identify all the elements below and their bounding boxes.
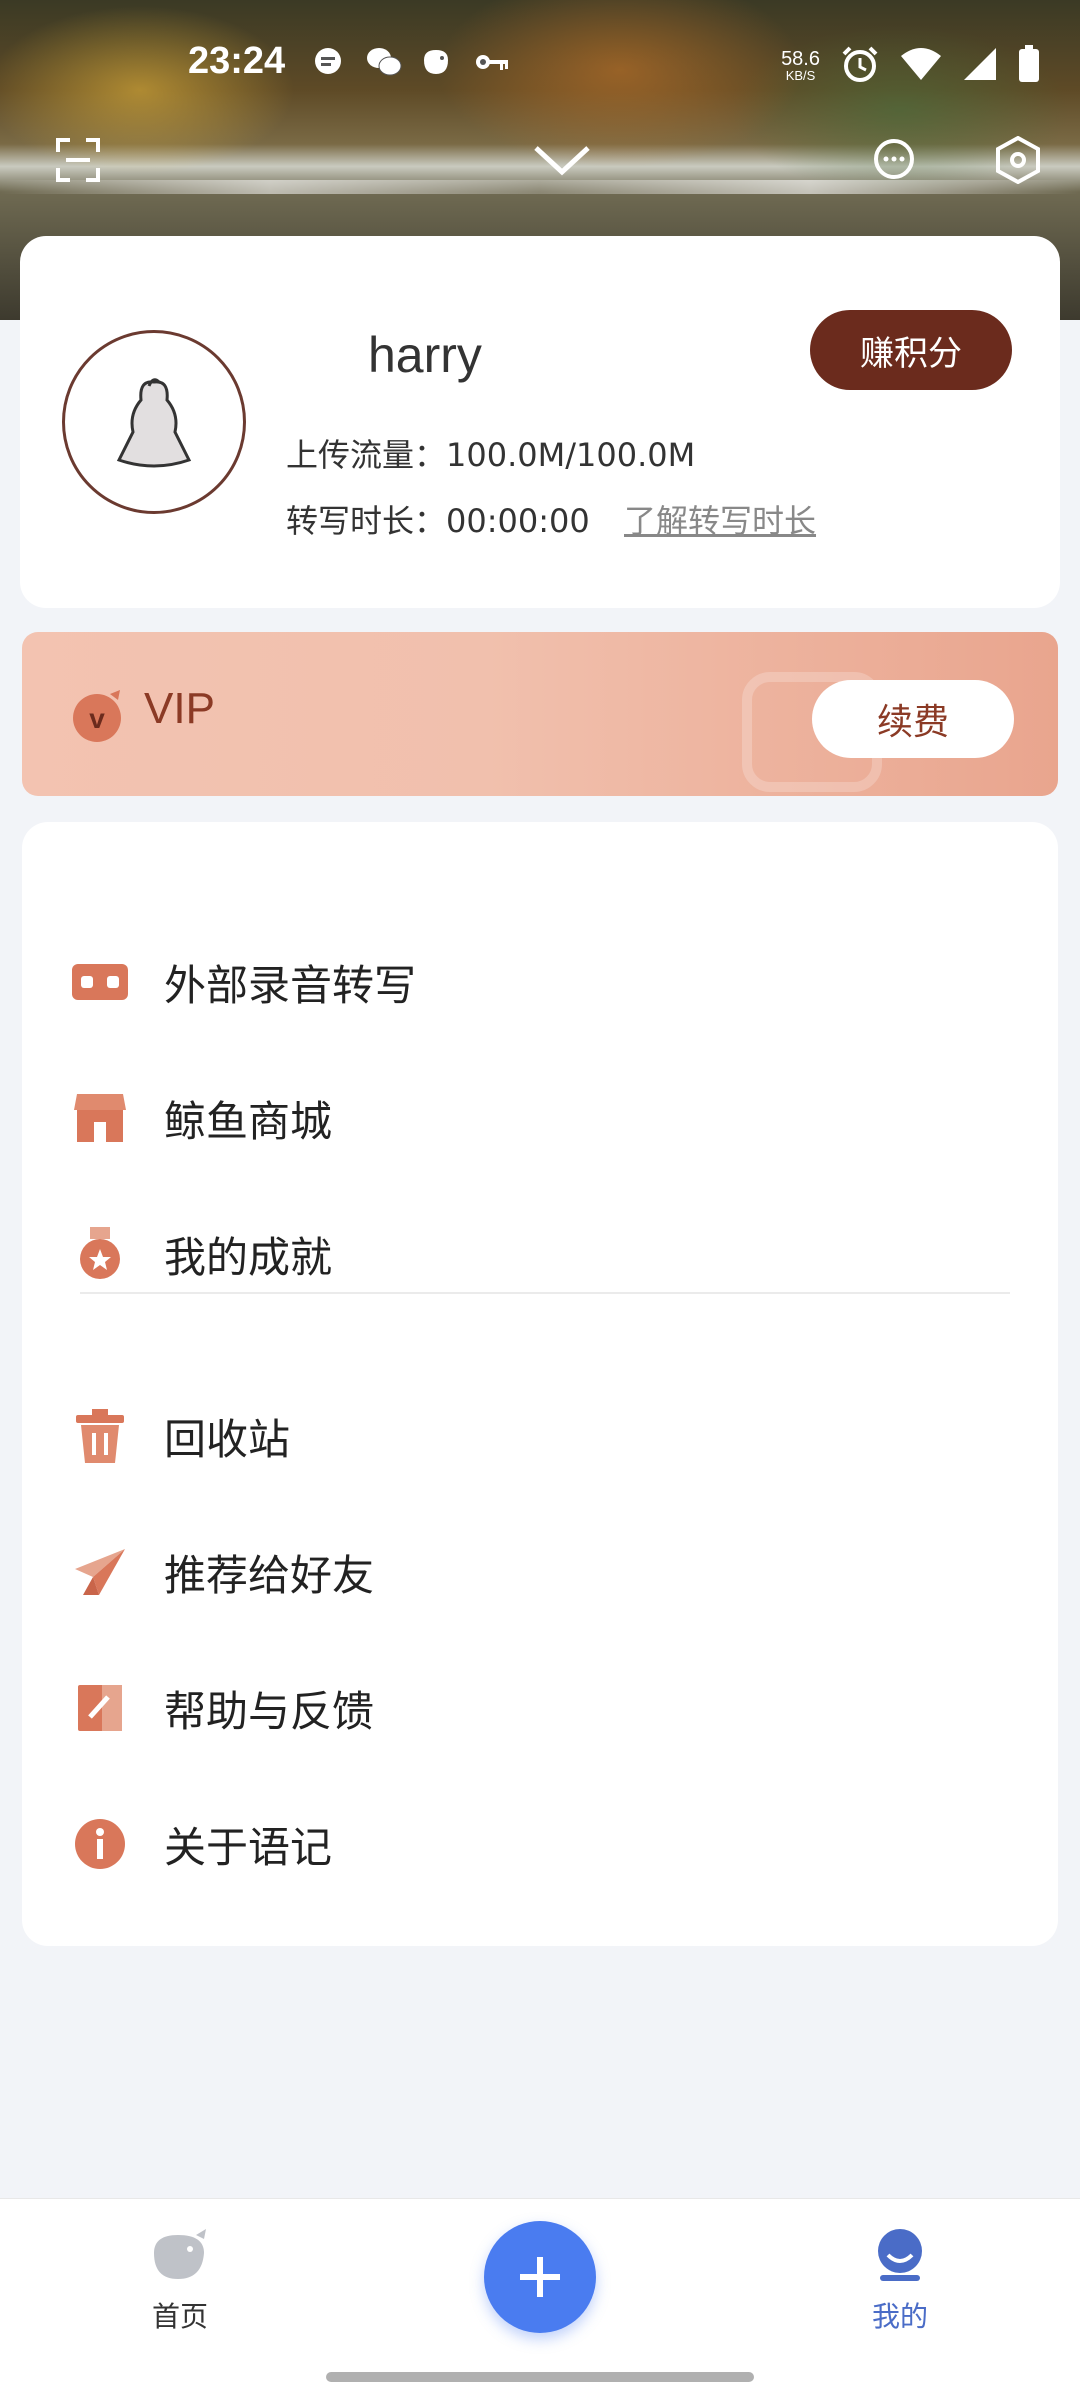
svg-text:v: v (89, 703, 105, 734)
net-speed-unit: KB/S (785, 68, 816, 83)
transcription-value: 00:00:00 (446, 502, 590, 540)
bottom-nav: 首页 我的 (0, 2198, 1080, 2400)
key-icon (474, 46, 508, 78)
add-button[interactable] (484, 2221, 596, 2333)
edit-icon (70, 1678, 130, 1738)
settings-icon[interactable] (988, 130, 1048, 190)
top-action-bar (0, 130, 1080, 190)
profile-card: harry 赚积分 上传流量：100.0M/100.0M 转写时长：00:00:… (20, 236, 1060, 608)
chevron-down-icon[interactable] (532, 130, 592, 190)
menu-item-achievements[interactable]: 我的成就 (22, 1204, 1058, 1304)
status-bar: 23:24 58.6 KB/S (0, 0, 1080, 100)
default-avatar-icon (116, 378, 192, 468)
wechat-icon (366, 46, 402, 78)
alarm-icon (840, 44, 880, 88)
recorder-icon (70, 952, 130, 1012)
home-indicator[interactable] (326, 2372, 754, 2382)
message-icon (312, 46, 344, 78)
vip-badge-icon: v (68, 686, 126, 748)
status-right: 58.6 KB/S (781, 44, 1040, 88)
nav-home-label: 首页 (151, 2300, 208, 2333)
upload-traffic-value: 100.0M/100.0M (446, 436, 696, 474)
renew-button[interactable]: 续费 (812, 680, 1014, 758)
battery-icon (1018, 45, 1040, 87)
nav-mine[interactable]: 我的 (820, 2227, 980, 2335)
menu-item-about[interactable]: 关于语记 (22, 1794, 1058, 1894)
signal-icon (962, 46, 998, 86)
menu-item-label: 我的成就 (164, 1232, 333, 1282)
scan-icon[interactable] (48, 130, 108, 190)
user-icon (878, 2229, 922, 2281)
paper-plane-icon (70, 1542, 130, 1602)
menu-card: 外部录音转写 鲸鱼商城 我的成就 回收站 推荐给好友 帮助与反馈 关于语记 (22, 822, 1058, 1946)
nav-mine-label: 我的 (871, 2300, 928, 2333)
status-time: 23:24 (188, 40, 286, 82)
plus-icon (520, 2257, 560, 2297)
vip-label: VIP (144, 684, 215, 733)
transcription-duration: 转写时长：00:00:00 (286, 496, 590, 542)
store-icon (70, 1088, 130, 1148)
vip-banner[interactable]: v VIP 续费 (22, 632, 1058, 796)
whale-home-icon (154, 2229, 206, 2279)
chat-icon[interactable] (864, 130, 924, 190)
whale-icon (420, 46, 452, 78)
menu-item-label: 外部录音转写 (164, 960, 417, 1010)
menu-item-help-feedback[interactable]: 帮助与反馈 (22, 1658, 1058, 1758)
menu-item-whale-store[interactable]: 鲸鱼商城 (22, 1068, 1058, 1168)
trash-icon (70, 1406, 130, 1466)
menu-item-label: 回收站 (164, 1414, 291, 1464)
menu-item-label: 鲸鱼商城 (164, 1096, 333, 1146)
menu-item-label: 推荐给好友 (164, 1550, 375, 1600)
menu-item-label: 帮助与反馈 (164, 1686, 375, 1736)
nav-home[interactable]: 首页 (100, 2227, 260, 2335)
menu-item-label: 关于语记 (164, 1822, 333, 1872)
net-speed-value: 58.6 (781, 48, 820, 70)
wifi-icon (900, 46, 942, 86)
medal-icon (70, 1224, 130, 1284)
avatar[interactable] (62, 330, 246, 514)
earn-points-button[interactable]: 赚积分 (810, 310, 1012, 390)
learn-transcription-link[interactable]: 了解转写时长 (624, 496, 816, 542)
info-icon (70, 1814, 130, 1874)
upload-traffic: 上传流量：100.0M/100.0M (286, 430, 695, 476)
transcription-label: 转写时长： (286, 502, 447, 540)
menu-item-recommend[interactable]: 推荐给好友 (22, 1522, 1058, 1622)
notification-icons (312, 46, 508, 78)
upload-traffic-label: 上传流量： (286, 436, 447, 474)
menu-divider (80, 1292, 1010, 1294)
menu-item-external-recording[interactable]: 外部录音转写 (22, 932, 1058, 1032)
net-speed: 58.6 KB/S (781, 49, 820, 83)
username: harry (368, 327, 482, 383)
menu-item-recycle-bin[interactable]: 回收站 (22, 1386, 1058, 1486)
